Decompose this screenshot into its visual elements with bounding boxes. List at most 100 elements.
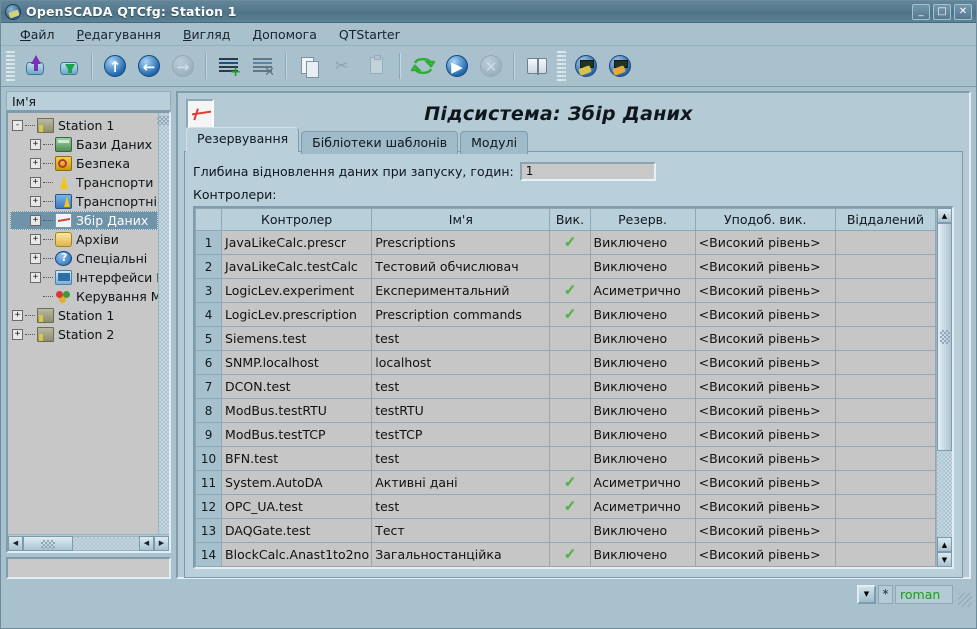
table-cell-reserve[interactable]: Виключено bbox=[590, 327, 695, 351]
tree-hscroll-left-button[interactable]: ◀ bbox=[8, 536, 23, 551]
table-cell-remote[interactable] bbox=[835, 495, 935, 519]
expand-toggle[interactable]: + bbox=[30, 234, 41, 245]
go-up-button[interactable]: ↑ bbox=[99, 50, 131, 82]
toolbar-grip-2[interactable] bbox=[557, 51, 566, 81]
table-row[interactable]: 12OPC_UA.testtest✓Асиметрично<Високий рі… bbox=[196, 495, 936, 519]
table-row[interactable]: 5Siemens.testtestВиключено<Високий рівен… bbox=[196, 327, 936, 351]
table-cell-enabled[interactable]: ✓ bbox=[550, 303, 590, 327]
table-column-header-4[interactable]: Резерв. bbox=[590, 209, 695, 231]
table-cell-reserve[interactable]: Виключено bbox=[590, 447, 695, 471]
table-cell-controller[interactable]: BlockCalc.Anast1to2no bbox=[222, 543, 372, 567]
table-cell-name[interactable]: Тест bbox=[372, 519, 550, 543]
expand-toggle[interactable]: + bbox=[30, 272, 41, 283]
table-cell-remote[interactable] bbox=[835, 423, 935, 447]
tree-item-архіви[interactable]: +Архіви bbox=[10, 230, 158, 249]
tree-item-керування-мо[interactable]: Керування Мо bbox=[10, 287, 158, 306]
table-cell-reserve[interactable]: Асиметрично bbox=[590, 279, 695, 303]
table-cell-reserve[interactable]: Виключено bbox=[590, 351, 695, 375]
tree-item-інтерфейси-ко[interactable]: +Інтерфейси Ко bbox=[10, 268, 158, 287]
toolbar-grip[interactable] bbox=[6, 51, 15, 81]
table-cell-reserve[interactable]: Виключено bbox=[590, 519, 695, 543]
table-row[interactable]: 3LogicLev.experimentЕкспериментальний✓Ас… bbox=[196, 279, 936, 303]
table-cell-rownum[interactable]: 2 bbox=[196, 255, 222, 279]
table-cell-reserve[interactable]: Виключено bbox=[590, 375, 695, 399]
table-cell-rownum[interactable]: 8 bbox=[196, 399, 222, 423]
table-row[interactable]: 7DCON.testtestВиключено<Високий рівень> bbox=[196, 375, 936, 399]
delete-node-button[interactable]: ✕ bbox=[247, 50, 279, 82]
table-cell-name[interactable]: localhost bbox=[372, 351, 550, 375]
table-cell-preferred[interactable]: <Високий рівень> bbox=[695, 279, 835, 303]
table-cell-reserve[interactable]: Асиметрично bbox=[590, 471, 695, 495]
tree-item-безпека[interactable]: +Безпека bbox=[10, 154, 158, 173]
table-cell-enabled[interactable] bbox=[550, 351, 590, 375]
config-tool-button[interactable] bbox=[570, 50, 602, 82]
table-scroll-track[interactable] bbox=[937, 451, 952, 537]
table-cell-remote[interactable] bbox=[835, 279, 935, 303]
table-row[interactable]: 8ModBus.testRTUtestRTUВиключено<Високий … bbox=[196, 399, 936, 423]
table-cell-reserve[interactable]: Виключено bbox=[590, 543, 695, 567]
expand-toggle[interactable]: + bbox=[30, 215, 41, 226]
table-row[interactable]: 14BlockCalc.Anast1to2noЗагальностанційка… bbox=[196, 543, 936, 567]
table-cell-name[interactable]: Prescriptions bbox=[372, 231, 550, 255]
table-cell-name[interactable]: Тестовий обчислювач bbox=[372, 255, 550, 279]
collapse-toggle[interactable]: - bbox=[12, 120, 23, 131]
tab-резервування[interactable]: Резервування bbox=[186, 127, 299, 152]
tree-item-збір-даних[interactable]: +Збір Даних bbox=[10, 211, 158, 230]
table-cell-name[interactable]: test bbox=[372, 327, 550, 351]
table-cell-enabled[interactable]: ✓ bbox=[550, 279, 590, 303]
table-cell-controller[interactable]: BFN.test bbox=[222, 447, 372, 471]
table-cell-name[interactable]: Prescription commands bbox=[372, 303, 550, 327]
add-node-button[interactable]: + bbox=[213, 50, 245, 82]
table-cell-preferred[interactable]: <Високий рівень> bbox=[695, 447, 835, 471]
table-cell-enabled[interactable] bbox=[550, 447, 590, 471]
table-cell-controller[interactable]: LogicLev.prescription bbox=[222, 303, 372, 327]
table-cell-remote[interactable] bbox=[835, 519, 935, 543]
menu-edit[interactable]: Редагування bbox=[66, 25, 172, 44]
table-cell-rownum[interactable]: 3 bbox=[196, 279, 222, 303]
table-cell-remote[interactable] bbox=[835, 471, 935, 495]
tree-vertical-scrollbar[interactable] bbox=[158, 113, 169, 534]
table-cell-rownum[interactable]: 9 bbox=[196, 423, 222, 447]
tree-item-транспортні-п[interactable]: +Транспортні П bbox=[10, 192, 158, 211]
table-cell-enabled[interactable] bbox=[550, 255, 590, 279]
table-cell-name[interactable]: testRTU bbox=[372, 399, 550, 423]
table-cell-rownum[interactable]: 5 bbox=[196, 327, 222, 351]
table-column-header-3[interactable]: Вик. bbox=[550, 209, 590, 231]
table-row[interactable]: 13DAQGate.testТестВиключено<Високий ріве… bbox=[196, 519, 936, 543]
table-cell-controller[interactable]: ModBus.testTCP bbox=[222, 423, 372, 447]
table-cell-enabled[interactable] bbox=[550, 375, 590, 399]
go-back-button[interactable]: ← bbox=[133, 50, 165, 82]
table-cell-remote[interactable] bbox=[835, 303, 935, 327]
table-cell-controller[interactable]: LogicLev.experiment bbox=[222, 279, 372, 303]
table-column-header-6[interactable]: Віддалений bbox=[835, 209, 935, 231]
tab-модулі[interactable]: Модулі bbox=[460, 131, 528, 154]
expand-toggle[interactable]: + bbox=[30, 139, 41, 150]
table-cell-name[interactable]: testTCP bbox=[372, 423, 550, 447]
table-cell-reserve[interactable]: Виключено bbox=[590, 399, 695, 423]
menu-help[interactable]: Допомога bbox=[241, 25, 328, 44]
table-cell-reserve[interactable]: Виключено bbox=[590, 423, 695, 447]
table-cell-reserve[interactable]: Асиметрично bbox=[590, 495, 695, 519]
tree-item-station-1[interactable]: +Station 1 bbox=[10, 306, 158, 325]
table-cell-enabled[interactable]: ✓ bbox=[550, 231, 590, 255]
table-cell-name[interactable]: test bbox=[372, 375, 550, 399]
table-cell-name[interactable]: Експериментальний bbox=[372, 279, 550, 303]
table-cell-controller[interactable]: SNMP.localhost bbox=[222, 351, 372, 375]
table-cell-preferred[interactable]: <Високий рівень> bbox=[695, 303, 835, 327]
maximize-button[interactable]: □ bbox=[933, 4, 951, 20]
table-cell-preferred[interactable]: <Високий рівень> bbox=[695, 495, 835, 519]
table-cell-enabled[interactable] bbox=[550, 519, 590, 543]
table-cell-enabled[interactable] bbox=[550, 423, 590, 447]
table-vertical-scrollbar[interactable]: ▲ ▲ ▼ bbox=[936, 208, 952, 567]
table-cell-preferred[interactable]: <Високий рівень> bbox=[695, 543, 835, 567]
expand-toggle[interactable]: + bbox=[12, 329, 23, 340]
table-cell-remote[interactable] bbox=[835, 399, 935, 423]
minimize-button[interactable]: _ bbox=[912, 4, 930, 20]
table-cell-rownum[interactable]: 1 bbox=[196, 231, 222, 255]
table-cell-name[interactable]: Активні дані bbox=[372, 471, 550, 495]
table-scroll-up-button-2[interactable]: ▲ bbox=[937, 537, 952, 552]
table-row[interactable]: 10BFN.testtestВиключено<Високий рівень> bbox=[196, 447, 936, 471]
expand-toggle[interactable]: + bbox=[30, 177, 41, 188]
table-cell-name[interactable]: Загальностанційка bbox=[372, 543, 550, 567]
tree-item-бази-даних[interactable]: +Бази Даних bbox=[10, 135, 158, 154]
